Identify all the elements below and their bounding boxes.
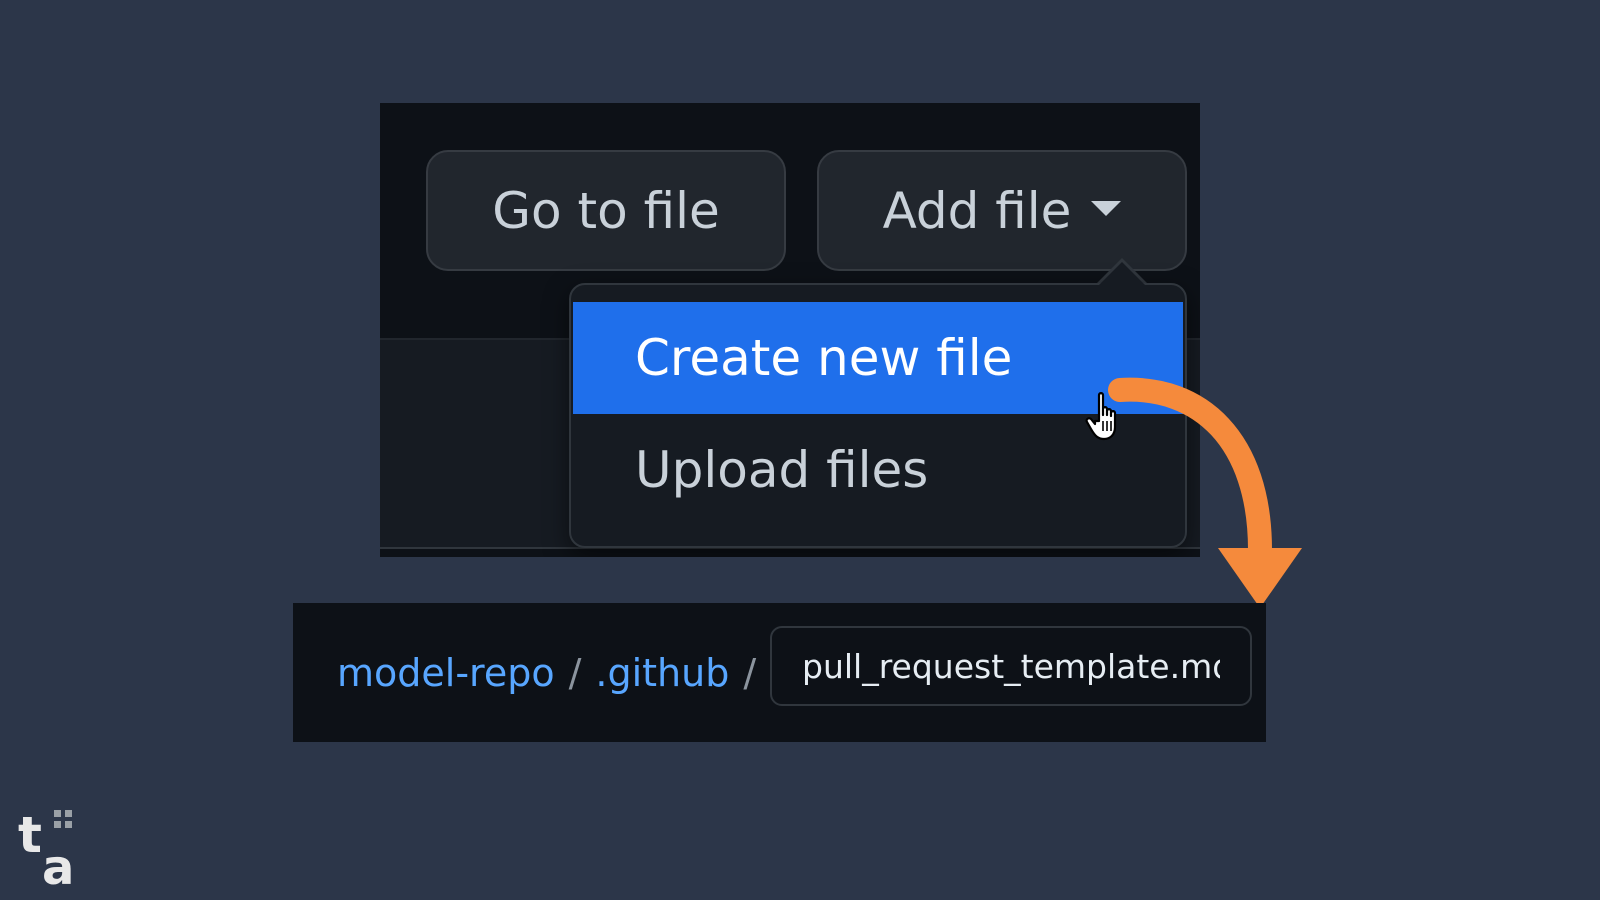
breadcrumb-separator: /: [568, 650, 582, 695]
caret-down-icon: [1091, 201, 1122, 216]
canvas: Go to file Add file Create new file Uplo…: [0, 0, 1600, 900]
logo-text-a: a: [42, 840, 74, 890]
go-to-file-label: Go to file: [492, 181, 720, 240]
ta-logo: t a: [18, 808, 74, 890]
add-file-label: Add file: [882, 181, 1072, 240]
breadcrumb-repo-link[interactable]: model-repo: [337, 651, 555, 695]
logo-text-t: t: [18, 808, 42, 864]
menu-item-label: Upload files: [635, 441, 929, 499]
repo-toolbar-screenshot: Go to file Add file Create new file Uplo…: [380, 103, 1200, 557]
dropdown-pointer-fill: [1099, 262, 1145, 285]
curved-arrow-icon: [1108, 377, 1302, 608]
filename-input[interactable]: [770, 626, 1252, 706]
breadcrumb-panel: model-repo / .github /: [293, 603, 1266, 742]
add-file-button[interactable]: Add file: [817, 150, 1187, 271]
divider: [380, 547, 1200, 557]
breadcrumb: model-repo / .github /: [337, 603, 770, 742]
menu-item-label: Create new file: [635, 329, 1013, 387]
breadcrumb-separator: /: [743, 650, 757, 695]
go-to-file-button[interactable]: Go to file: [426, 150, 786, 271]
breadcrumb-folder-link[interactable]: .github: [595, 651, 729, 695]
